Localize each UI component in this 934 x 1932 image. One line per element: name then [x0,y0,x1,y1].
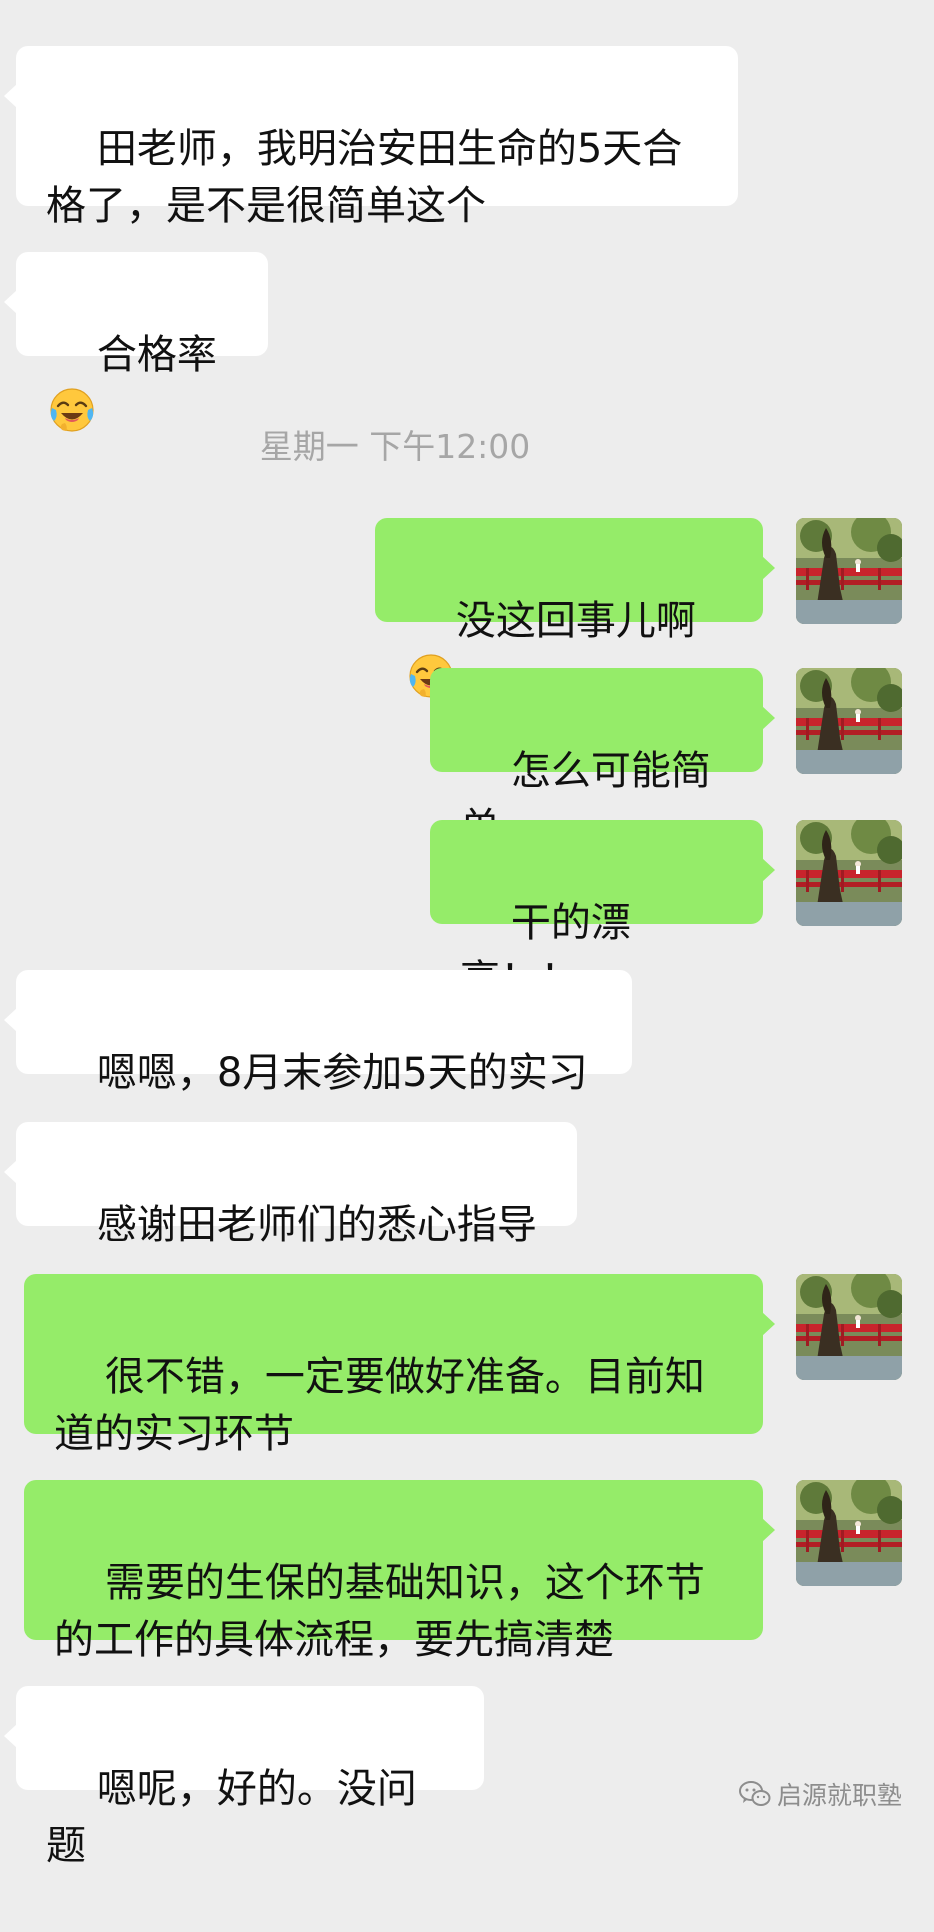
avatar[interactable] [796,518,902,624]
chat-message-list: 田老师，我明治安田生命的5天合 格了，是不是很简单这个 合格率 星期一 下午12… [0,0,934,1869]
avatar-image-icon [796,820,902,926]
incoming-message-bubble[interactable]: 合格率 [4,252,268,356]
avatar[interactable] [796,820,902,926]
message-text: 很不错，一定要做好准备。目前知 道的实习环节 [54,1354,705,1457]
message-text: 田老师，我明治安田生命的5天合 格了，是不是很简单这个 [46,126,683,229]
avatar[interactable] [796,1274,902,1380]
avatar-image-icon [796,1480,902,1586]
message-text: 需要的生保的基础知识，这个环节 的工作的具体流程，要先搞清楚 [54,1560,705,1663]
incoming-message-bubble[interactable]: 感谢田老师们的悉心指导 [4,1122,577,1248]
message-text: 嗯嗯，8月末参加5天的实习 [96,1050,588,1096]
message-text: 嗯呢，好的。没问题 [46,1766,417,1869]
avatar[interactable] [796,668,902,774]
watermark-text: 启源就职塾 [776,1781,902,1810]
wechat-icon [739,1780,771,1808]
incoming-message-bubble[interactable]: 嗯呢，好的。没问题 [4,1686,484,1869]
avatar[interactable] [796,1480,902,1586]
incoming-message-bubble[interactable]: 田老师，我明治安田生命的5天合 格了，是不是很简单这个 [4,46,738,229]
message-text: 合格率 [96,332,217,378]
outgoing-message-bubble[interactable]: 没这回事儿啊 [375,518,775,622]
outgoing-message-bubble[interactable]: 怎么可能简单 [430,668,775,851]
avatar-image-icon [796,1274,902,1380]
watermark: 启源就职塾 [739,1778,902,1810]
avatar-image-icon [796,518,902,624]
avatar-image-icon [796,668,902,774]
outgoing-message-bubble[interactable]: 很不错，一定要做好准备。目前知 道的实习环节 [24,1274,775,1457]
message-text: 没这回事儿啊 [455,598,696,644]
outgoing-message-bubble[interactable]: 需要的生保的基础知识，这个环节 的工作的具体流程，要先搞清楚 [24,1480,775,1663]
incoming-message-bubble[interactable]: 嗯嗯，8月末参加5天的实习 [4,970,632,1096]
outgoing-message-bubble[interactable]: 干的漂亮！！ [430,820,775,1003]
message-text: 感谢田老师们的悉心指导 [96,1202,537,1248]
message-timestamp: 星期一 下午12:00 [259,427,531,466]
